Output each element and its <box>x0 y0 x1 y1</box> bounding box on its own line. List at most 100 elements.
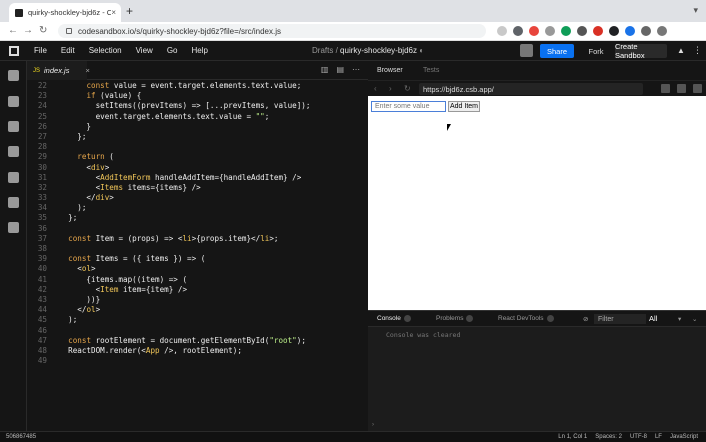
extension-icon[interactable] <box>577 26 587 36</box>
status-spaces[interactable]: Spaces: 2 <box>595 434 622 440</box>
code-lines[interactable]: 22 const value = event.target.elements.t… <box>27 81 368 366</box>
extension-icon[interactable] <box>545 26 555 36</box>
status-language[interactable]: JavaScript <box>670 434 698 440</box>
close-icon[interactable]: × <box>85 66 89 75</box>
code-line[interactable]: 33 </div> <box>27 193 368 203</box>
tab-tests[interactable]: Tests <box>423 67 439 74</box>
code-line[interactable]: 31 <AddItemForm handleAddItem={handleAdd… <box>27 173 368 183</box>
code-line[interactable]: 49 <box>27 356 368 366</box>
tab-problems[interactable]: Problems <box>436 315 474 322</box>
menu-file[interactable]: File <box>34 46 47 55</box>
extension-icon[interactable] <box>641 26 651 36</box>
code-line[interactable]: 26 } <box>27 122 368 132</box>
code-line[interactable]: 24 setItems((prevItems) => [...prevItems… <box>27 101 368 111</box>
forward-icon[interactable]: → <box>23 25 33 36</box>
open-new-window-icon[interactable] <box>677 84 686 93</box>
extension-icon[interactable] <box>561 26 571 36</box>
files-icon[interactable] <box>8 96 19 107</box>
avatar[interactable] <box>520 44 533 57</box>
tab-console[interactable]: Console <box>377 315 411 322</box>
split-view-icon[interactable]: ▥ <box>321 65 329 74</box>
fullscreen-icon[interactable] <box>693 84 702 93</box>
window-controls-icon[interactable]: ▾ <box>693 5 698 16</box>
extension-icon[interactable] <box>609 26 619 36</box>
chevron-down-icon[interactable]: ▾ <box>678 315 681 323</box>
sandbox-name[interactable]: quirky-shockley-bjd6z <box>340 46 417 55</box>
users-icon[interactable] <box>8 222 19 233</box>
menu-help[interactable]: Help <box>191 46 207 55</box>
code-line[interactable]: 47 const rootElement = document.getEleme… <box>27 336 368 346</box>
code-line[interactable]: 23 if (value) { <box>27 91 368 101</box>
more-icon[interactable]: ⋮ <box>693 45 702 56</box>
extension-icon[interactable] <box>625 26 635 36</box>
bell-icon[interactable]: ▲ <box>677 46 685 55</box>
layout-icon[interactable]: ▤ <box>336 65 344 74</box>
code-line[interactable]: 32 <Items items={items} /> <box>27 183 368 193</box>
code-line[interactable]: 40 <ol> <box>27 264 368 274</box>
profile-avatar[interactable] <box>657 26 667 36</box>
reload-icon[interactable]: ↻ <box>404 84 411 93</box>
code-line[interactable]: 25 event.target.elements.text.value = ""… <box>27 112 368 122</box>
menu-edit[interactable]: Edit <box>61 46 75 55</box>
more-icon[interactable]: ⋯ <box>352 65 360 74</box>
codesandbox-logo-icon[interactable] <box>9 46 19 56</box>
status-encoding[interactable]: UTF-8 <box>630 434 647 440</box>
breadcrumb-drafts[interactable]: Drafts <box>312 46 333 55</box>
code-line[interactable]: 46 <box>27 326 368 336</box>
new-tab-button[interactable]: + <box>126 4 133 18</box>
menu-view[interactable]: View <box>136 46 153 55</box>
code-line[interactable]: 39 const Items = ({ items }) => ( <box>27 254 368 264</box>
code-line[interactable]: 43 ))} <box>27 295 368 305</box>
fork-button[interactable]: Fork <box>582 44 610 58</box>
close-icon[interactable]: × <box>111 8 116 17</box>
chevron-down-icon[interactable]: ⌄ <box>692 315 697 323</box>
gear-icon[interactable] <box>8 146 19 157</box>
item-input[interactable]: Enter some value <box>371 101 446 112</box>
filter-input[interactable]: Filter <box>594 314 646 324</box>
extension-icon[interactable] <box>529 26 539 36</box>
code-line[interactable]: 29 return ( <box>27 152 368 162</box>
code-line[interactable]: 42 <Item item={item} /> <box>27 285 368 295</box>
clear-icon[interactable]: ⊘ <box>583 315 588 323</box>
code-line[interactable]: 35 }; <box>27 213 368 223</box>
menu-go[interactable]: Go <box>167 46 178 55</box>
code-line[interactable]: 36 <box>27 224 368 234</box>
add-item-button[interactable]: Add Item <box>448 101 480 112</box>
tab-react-devtools[interactable]: React DevTools <box>498 315 554 322</box>
status-cursor-position[interactable]: Ln 1, Col 1 <box>558 434 587 440</box>
browser-tab[interactable]: quirky-shockley-bjd6z - Code × <box>9 3 121 22</box>
reload-icon[interactable]: ↻ <box>39 25 47 36</box>
move-icon[interactable] <box>661 84 670 93</box>
address-bar[interactable]: codesandbox.io/s/quirky-shockley-bjd6z?f… <box>58 24 486 38</box>
code-line[interactable]: 45 ); <box>27 315 368 325</box>
back-icon[interactable]: ‹ <box>374 84 377 93</box>
extension-icon[interactable] <box>513 26 523 36</box>
code-line[interactable]: 38 <box>27 244 368 254</box>
code-line[interactable]: 41 {items.map((item) => ( <box>27 275 368 285</box>
level-select[interactable]: All <box>649 314 657 323</box>
code-line[interactable]: 34 ); <box>27 203 368 213</box>
extension-icon[interactable] <box>497 26 507 36</box>
code-line[interactable]: 44 </ol> <box>27 305 368 315</box>
extension-icon[interactable] <box>593 26 603 36</box>
search-icon[interactable] <box>8 121 19 132</box>
code-line[interactable]: 22 const value = event.target.elements.t… <box>27 81 368 91</box>
menu-selection[interactable]: Selection <box>89 46 122 55</box>
code-line[interactable]: 37 const Item = (props) => <li>{props.it… <box>27 234 368 244</box>
forward-icon[interactable]: › <box>389 84 392 93</box>
create-sandbox-button[interactable]: Create Sandbox <box>615 42 667 60</box>
tab-browser[interactable]: Browser <box>377 67 403 74</box>
preview-url[interactable]: https://bjd6z.csb.app/ <box>419 83 643 95</box>
share-button[interactable]: Share <box>540 44 574 58</box>
code-line[interactable]: 48 ReactDOM.render(<App />, rootElement)… <box>27 346 368 356</box>
code-line[interactable]: 28 <box>27 142 368 152</box>
code-line[interactable]: 30 <div> <box>27 163 368 173</box>
code-line[interactable]: 27 }; <box>27 132 368 142</box>
status-eol[interactable]: LF <box>655 434 662 440</box>
console-prompt[interactable]: › <box>372 422 374 428</box>
back-icon[interactable]: ← <box>8 25 18 36</box>
editor-tab-index-js[interactable]: JS index.js × <box>27 61 90 80</box>
info-icon[interactable] <box>8 70 19 81</box>
deploy-icon[interactable] <box>8 197 19 208</box>
github-icon[interactable] <box>8 172 19 183</box>
